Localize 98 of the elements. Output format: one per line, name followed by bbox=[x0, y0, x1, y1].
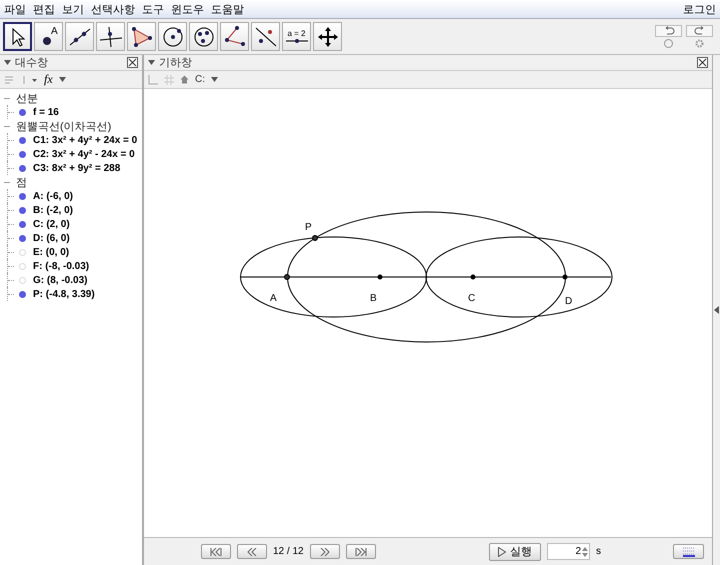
algebra-item[interactable]: P: (-4.8, 3.39) bbox=[33, 288, 95, 300]
skip-back-icon bbox=[210, 548, 222, 556]
visibility-dot[interactable] bbox=[19, 108, 26, 116]
visibility-dot[interactable] bbox=[19, 262, 26, 270]
line-icon bbox=[68, 26, 92, 48]
point-label: C bbox=[468, 293, 476, 304]
menu-item[interactable]: 도움말 bbox=[211, 2, 244, 16]
play-button[interactable]: 실행 bbox=[489, 542, 541, 560]
menu-item[interactable]: 선택사항 bbox=[91, 2, 135, 16]
reflect-line-icon bbox=[254, 26, 278, 48]
visibility-dot[interactable] bbox=[19, 136, 26, 144]
undo-button[interactable] bbox=[655, 25, 682, 37]
dropdown-arrow-icon[interactable] bbox=[58, 77, 66, 82]
tool-button[interactable] bbox=[220, 22, 249, 51]
conic-icon bbox=[192, 26, 216, 48]
login-link[interactable]: 로그인 bbox=[683, 2, 716, 16]
triangle-icon bbox=[130, 26, 154, 48]
angle-icon bbox=[222, 26, 246, 48]
menu-item[interactable]: 윈도우 bbox=[171, 2, 204, 16]
tool-button[interactable] bbox=[158, 22, 187, 51]
speed-field[interactable]: 2 bbox=[547, 543, 590, 560]
visibility-dot[interactable] bbox=[19, 150, 26, 158]
group-label: 점 bbox=[16, 176, 27, 190]
perpendicular-line-icon bbox=[98, 26, 122, 48]
last-step-button[interactable] bbox=[346, 544, 376, 559]
close-icon[interactable] bbox=[697, 57, 708, 68]
group-label: 선분 bbox=[16, 92, 38, 106]
home-icon[interactable] bbox=[180, 75, 189, 84]
next-step-button[interactable] bbox=[310, 544, 340, 559]
speed-unit: s bbox=[596, 546, 601, 557]
algebra-item[interactable]: C1: 3x² + 4y² + 24x = 0 bbox=[33, 134, 138, 146]
visibility-dot[interactable] bbox=[19, 248, 26, 256]
graphics-canvas[interactable]: P A B C D bbox=[144, 89, 711, 540]
expand-arrow-icon[interactable] bbox=[714, 306, 719, 314]
point-label: P bbox=[305, 222, 312, 233]
tool-button[interactable] bbox=[127, 22, 156, 51]
group-label: 원뿔곡선(이차곡선) bbox=[16, 120, 112, 134]
tool-button[interactable] bbox=[3, 22, 32, 51]
visibility-dot[interactable] bbox=[19, 206, 26, 214]
algebra-item[interactable]: f = 16 bbox=[33, 106, 59, 118]
fast-forward-icon bbox=[318, 548, 331, 556]
spinner-arrows-icon[interactable] bbox=[582, 546, 588, 558]
visibility-dot[interactable] bbox=[19, 220, 26, 228]
point-label: B bbox=[370, 293, 377, 304]
redo-icon bbox=[694, 26, 706, 36]
tool-button[interactable]: a = 2 bbox=[282, 22, 311, 51]
collapse-triangle-icon[interactable] bbox=[4, 60, 11, 65]
point-marker bbox=[378, 274, 382, 280]
previous-step-button[interactable] bbox=[237, 544, 267, 559]
pane-title: 대수창 bbox=[15, 56, 48, 70]
algebra-item[interactable]: C3: 8x² + 9y² = 288 bbox=[33, 162, 120, 174]
point-label: D bbox=[565, 296, 572, 307]
algebra-item[interactable]: G: (8, -0.03) bbox=[33, 274, 88, 286]
step-counter: 12 / 12 bbox=[273, 546, 304, 557]
visibility-dot[interactable] bbox=[19, 234, 26, 242]
menu-item[interactable]: 도구 bbox=[142, 2, 164, 16]
skip-forward-icon bbox=[354, 548, 367, 556]
algebra-item[interactable]: E: (0, 0) bbox=[33, 246, 70, 258]
point-marker bbox=[470, 274, 476, 280]
redo-button[interactable] bbox=[686, 25, 713, 37]
visibility-dot[interactable] bbox=[19, 192, 26, 200]
visibility-dot[interactable] bbox=[19, 290, 26, 298]
visibility-dot[interactable] bbox=[19, 164, 26, 172]
table-icon bbox=[682, 546, 696, 556]
menu-item[interactable]: 파일 bbox=[4, 2, 26, 16]
visibility-dot[interactable] bbox=[19, 276, 26, 284]
algebra-item[interactable]: C2: 3x² + 4y² - 24x = 0 bbox=[33, 148, 135, 160]
play-icon bbox=[498, 546, 506, 556]
point-marker bbox=[562, 274, 568, 280]
tool-button[interactable] bbox=[251, 22, 280, 51]
formula-button[interactable]: fx bbox=[44, 72, 53, 87]
point-label: A bbox=[270, 293, 277, 304]
tool-button[interactable] bbox=[96, 22, 125, 51]
first-step-button[interactable] bbox=[201, 544, 231, 559]
point-icon bbox=[42, 36, 52, 46]
point-marker bbox=[284, 274, 290, 280]
tool-button[interactable] bbox=[313, 22, 342, 51]
algebra-item[interactable]: C: (2, 0) bbox=[33, 218, 70, 230]
algebra-item[interactable]: B: (-2, 0) bbox=[33, 204, 73, 216]
algebra-item[interactable]: F: (-8, -0.03) bbox=[33, 260, 90, 272]
tool-button[interactable]: A bbox=[34, 22, 63, 51]
algebra-item[interactable]: D: (6, 0) bbox=[33, 232, 70, 244]
dropdown-arrow-icon[interactable] bbox=[211, 77, 218, 82]
menu-item[interactable]: 편집 bbox=[33, 2, 55, 16]
circle-icon bbox=[160, 26, 184, 48]
slider-icon bbox=[286, 38, 308, 44]
menu-item[interactable]: 보기 bbox=[62, 2, 84, 16]
tool-button[interactable] bbox=[65, 22, 94, 51]
algebra-item[interactable]: A: (-6, 0) bbox=[33, 190, 73, 202]
rewind-icon bbox=[246, 548, 258, 556]
close-icon[interactable] bbox=[127, 57, 138, 68]
tool-button[interactable] bbox=[189, 22, 218, 51]
collapse-triangle-icon[interactable] bbox=[148, 60, 155, 65]
point-marker bbox=[312, 235, 318, 241]
move-arrows-icon bbox=[316, 26, 338, 48]
point-capture-menu[interactable]: C: bbox=[195, 74, 205, 85]
construction-protocol-button[interactable] bbox=[673, 544, 704, 559]
pane-title: 기하창 bbox=[159, 56, 192, 70]
